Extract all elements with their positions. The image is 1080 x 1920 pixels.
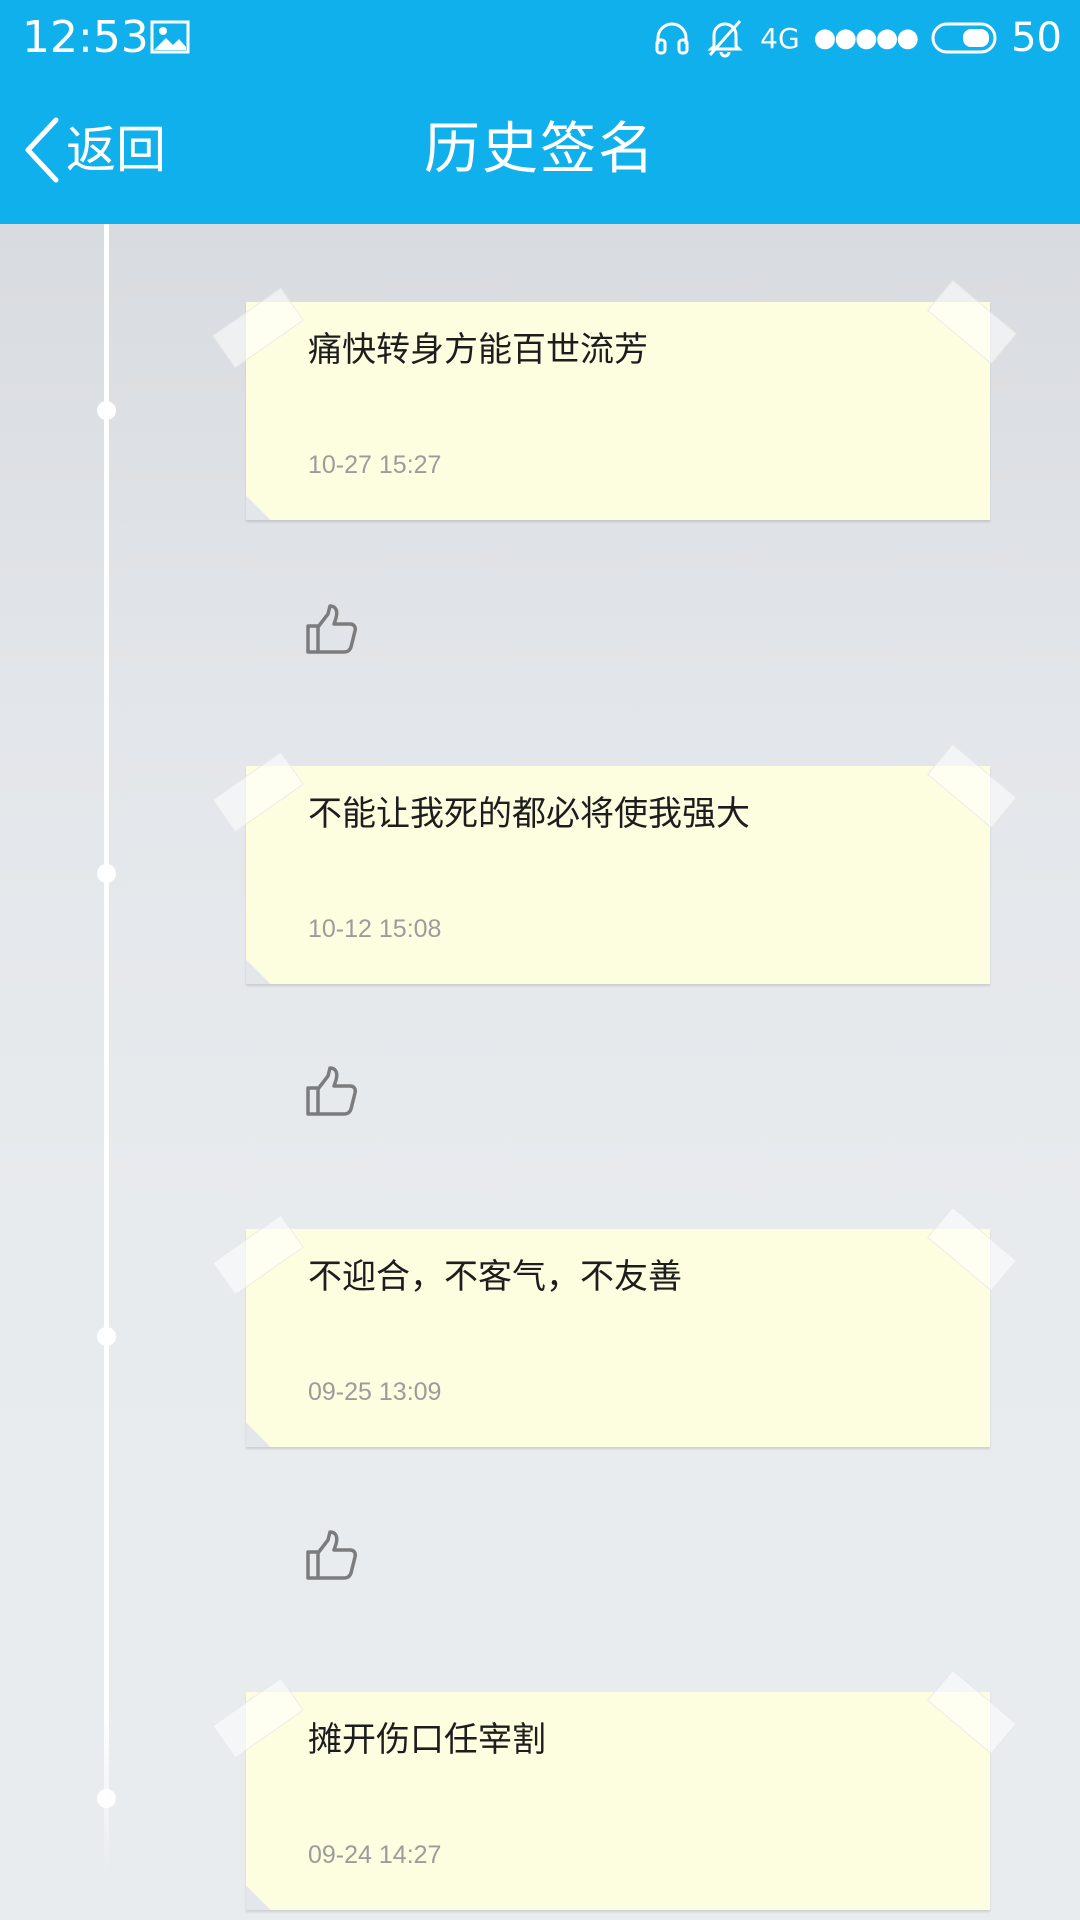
signature-history-list[interactable]: 痛快转身方能百世流芳 10-27 15:27 不能让我死的都必将使我强大 10-… — [0, 224, 1080, 1920]
mute-notification-icon — [707, 20, 743, 58]
battery-level: 50 — [1011, 15, 1062, 61]
status-time: 12:53 — [22, 12, 149, 63]
status-bar: 12:53 4G ●●●●● 50 — [0, 0, 1080, 76]
signal-strength-icon: ●●●●● — [813, 23, 919, 53]
signature-text: 不能让我死的都必将使我强大 — [308, 794, 750, 834]
signature-card: 摊开伤口任宰割 09-24 14:27 — [212, 1669, 1018, 1910]
headphones-icon — [655, 22, 689, 55]
signature-time: 09-25 13:09 — [308, 1378, 442, 1406]
like-button[interactable] — [304, 1064, 358, 1118]
signature-text: 摊开伤口任宰割 — [308, 1720, 546, 1760]
thumbs-up-icon — [306, 1530, 357, 1580]
like-button[interactable] — [304, 602, 358, 656]
signature-card: 痛快转身方能百世流芳 10-27 15:27 — [212, 279, 1018, 520]
thumbs-up-icon — [306, 604, 357, 654]
page-curl — [246, 494, 270, 520]
timeline-line — [104, 224, 109, 1874]
timeline-dot — [97, 1789, 116, 1808]
signature-time: 09-24 14:27 — [308, 1841, 442, 1869]
timeline-dot — [97, 1327, 116, 1346]
signature-text: 不迎合，不客气，不友善 — [308, 1257, 682, 1297]
tape-decoration — [212, 287, 304, 369]
title-bar: 返回 历史签名 — [0, 76, 1080, 224]
signature-card: 不能让我死的都必将使我强大 10-12 15:08 — [212, 743, 1018, 984]
like-button[interactable] — [304, 1528, 358, 1582]
signature-card: 不迎合，不客气，不友善 09-25 13:09 — [212, 1206, 1018, 1447]
page-title: 历史签名 — [424, 117, 656, 182]
status-icons: 4G ●●●●● 50 — [654, 8, 1062, 68]
network-type: 4G — [760, 21, 800, 55]
tape-decoration — [926, 279, 1018, 365]
gallery-notification-icon — [150, 20, 190, 54]
tape-decoration — [212, 1214, 304, 1296]
signature-time: 10-27 15:27 — [308, 451, 442, 479]
signature-time: 10-12 15:08 — [308, 915, 442, 943]
page-curl — [246, 1884, 270, 1910]
tape-decoration — [926, 1669, 1018, 1755]
signature-text: 痛快转身方能百世流芳 — [308, 330, 648, 370]
battery-icon — [931, 22, 997, 54]
timeline-dot — [97, 401, 116, 420]
thumbs-up-icon — [306, 1066, 357, 1116]
app-header: 12:53 4G ●●●●● 50 返回 历史签名 — [0, 0, 1080, 224]
tape-decoration — [212, 751, 304, 833]
tape-decoration — [926, 1206, 1018, 1292]
page-curl — [246, 1421, 270, 1447]
tape-decoration — [212, 1677, 304, 1759]
page-curl — [246, 958, 270, 984]
timeline-dot — [97, 864, 116, 883]
tape-decoration — [926, 743, 1018, 829]
